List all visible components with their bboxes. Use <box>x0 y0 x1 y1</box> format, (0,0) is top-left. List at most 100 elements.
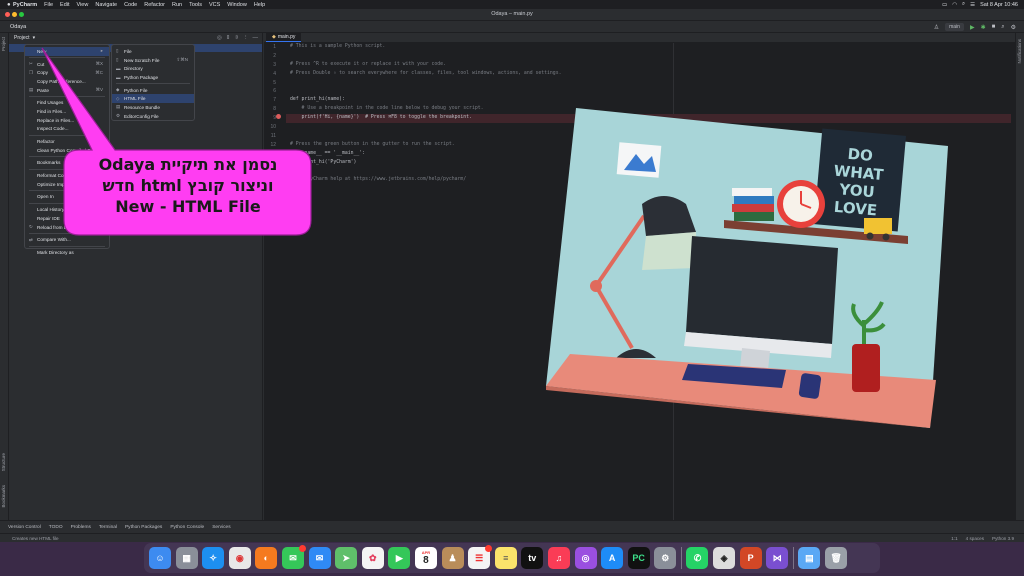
menu-item-inspect-code[interactable]: Inspect Code... <box>25 125 109 134</box>
music-icon[interactable]: ♫ <box>547 547 570 569</box>
launchpad-icon[interactable]: ▦ <box>175 547 198 569</box>
bookmarks-tool-tab[interactable]: Bookmarks <box>1 485 6 508</box>
menu-file[interactable]: File <box>44 2 53 8</box>
menu-item-new[interactable]: New ▸ <box>25 47 109 56</box>
tool-python-console[interactable]: Python Console <box>170 525 204 530</box>
whatsapp-icon[interactable]: ✆ <box>686 547 709 569</box>
submenu-item-python-package[interactable]: ▬ Python Package <box>112 73 194 82</box>
menu-item-copy-path[interactable]: Copy Path/Reference... <box>25 77 109 86</box>
collapse-icon[interactable]: ⇳ <box>234 35 239 41</box>
menu-window[interactable]: Window <box>227 2 247 8</box>
menu-item-find-usages[interactable]: Find Usages <box>25 98 109 107</box>
menu-code[interactable]: Code <box>124 2 137 8</box>
run-configuration-select[interactable]: main <box>945 23 964 31</box>
menu-view[interactable]: View <box>77 2 89 8</box>
code-line[interactable]: def print_hi(name): <box>290 96 1010 105</box>
expand-icon[interactable]: ⇕ <box>226 35 231 41</box>
mail-icon[interactable]: ✉ <box>308 547 331 569</box>
notifications-tool-tab[interactable]: Notifications <box>1017 39 1022 64</box>
breakpoint-icon[interactable] <box>276 114 281 119</box>
breadcrumb[interactable]: Odaya <box>10 24 26 30</box>
tool-todo[interactable]: TODO <box>49 525 63 530</box>
options-icon[interactable]: ⋮ <box>243 35 249 41</box>
menu-help[interactable]: Help <box>254 2 265 8</box>
pycharm-icon[interactable]: PC <box>627 547 650 569</box>
line-number[interactable]: 4 <box>264 70 286 79</box>
submenu-item-html-file[interactable]: ◇ HTML File <box>112 94 194 104</box>
structure-tool-tab[interactable]: Structure <box>1 453 6 471</box>
messages-icon[interactable]: ✉ <box>281 545 306 569</box>
tool-terminal[interactable]: Terminal <box>99 525 117 530</box>
facetime-icon[interactable]: ▶ <box>388 547 411 569</box>
line-number[interactable]: 1 <box>264 43 286 52</box>
project-panel-title[interactable]: Project <box>14 35 30 41</box>
visualstudio-icon[interactable]: ⋈ <box>766 547 789 569</box>
photos-icon[interactable]: ✿ <box>361 547 384 569</box>
wifi-icon[interactable]: ◠ <box>952 2 957 8</box>
code-line[interactable] <box>290 79 1010 88</box>
run-icon[interactable]: ▶ <box>970 24 975 31</box>
contacts-icon[interactable]: ♟ <box>441 547 464 569</box>
menu-item-paste[interactable]: ▤ Paste ⌘V <box>25 86 109 95</box>
stop-icon[interactable]: ■ <box>992 24 996 30</box>
code-line[interactable]: # This is a sample Python script. <box>290 43 1010 52</box>
line-number[interactable]: 12 <box>264 141 286 150</box>
code-line[interactable]: # Press Double ⇧ to search everywhere fo… <box>290 70 1010 79</box>
control-center-icon[interactable]: ☰ <box>970 2 975 8</box>
tool-problems[interactable]: Problems <box>71 525 91 530</box>
menu-edit[interactable]: Edit <box>60 2 69 8</box>
submenu-item-python-file[interactable]: ◆ Python File <box>112 86 194 95</box>
submenu-item-file[interactable]: ▯ File <box>112 47 194 56</box>
menu-item-cut[interactable]: ✂ Cut ⌘X <box>25 60 109 69</box>
line-number-gutter[interactable]: 1 2 3 4 5 6 7 8 9 10 11 12 13 14 15 16 17 18 <box>264 43 286 520</box>
notes-icon[interactable]: ≡ <box>494 547 517 569</box>
indent-setting[interactable]: 4 spaces <box>966 536 984 541</box>
settings-icon[interactable]: ⚙ <box>1011 24 1016 31</box>
tool-python-packages[interactable]: Python Packages <box>125 525 162 530</box>
project-tool-tab[interactable]: Project <box>1 37 6 51</box>
tool-version-control[interactable]: Version Control <box>8 525 41 530</box>
firefox-icon[interactable]: ◐ <box>255 547 278 569</box>
submenu-item-resource-bundle[interactable]: ▤ Resource Bundle <box>112 103 194 112</box>
menu-app-name[interactable]: PyCharm <box>13 2 37 8</box>
debug-icon[interactable]: ✱ <box>981 24 986 31</box>
chevron-down-icon[interactable]: ▾ <box>33 35 36 41</box>
hide-icon[interactable]: — <box>253 35 259 41</box>
tool-services[interactable]: Services <box>212 525 230 530</box>
code-line[interactable] <box>290 87 1010 96</box>
battery-icon[interactable]: ▭ <box>942 2 947 8</box>
line-number[interactable]: 2 <box>264 52 286 61</box>
submenu-item-scratch-file[interactable]: ▯ New Scratch File ⇧⌘N <box>112 56 194 65</box>
calendar-icon[interactable]: APR 8 <box>414 547 437 569</box>
code-line[interactable] <box>290 52 1010 61</box>
menu-item-compare-with[interactable]: ⇄ Compare With... <box>25 235 109 244</box>
trash-icon[interactable]: 🗑 <box>825 547 848 569</box>
submenu-item-directory[interactable]: ▬ Directory <box>112 64 194 73</box>
clock-text[interactable]: Sat 8 Apr 10:46 <box>980 2 1018 8</box>
files-icon[interactable]: ▤ <box>798 547 821 569</box>
menu-item-copy[interactable]: ❐ Copy ⌘C <box>25 68 109 77</box>
submenu-item-editorconfig[interactable]: ⚙ EditorConfig File <box>112 112 194 121</box>
menu-run[interactable]: Run <box>172 2 182 8</box>
line-number[interactable]: 5 <box>264 79 286 88</box>
menu-item-refactor[interactable]: Refactor <box>25 137 109 146</box>
line-number[interactable]: 8 <box>264 105 286 114</box>
line-number[interactable]: 6 <box>264 87 286 96</box>
menu-vcs[interactable]: VCS <box>209 2 220 8</box>
powerpoint-icon[interactable]: P <box>739 547 762 569</box>
menu-refactor[interactable]: Refactor <box>144 2 165 8</box>
unity-icon[interactable]: ◈ <box>713 547 736 569</box>
menu-tools[interactable]: Tools <box>189 2 202 8</box>
chrome-icon[interactable]: ◉ <box>228 547 251 569</box>
line-number[interactable]: 10 <box>264 123 286 132</box>
code-line[interactable]: # Press ^R to execute it or replace it w… <box>290 61 1010 70</box>
line-number[interactable]: 9 <box>264 114 286 123</box>
menu-item-find-in-files[interactable]: Find in Files... <box>25 107 109 116</box>
menu-item-reload-from-disk[interactable]: ↻ Reload from Disk <box>25 223 109 232</box>
caret-position[interactable]: 1:1 <box>951 536 957 541</box>
podcasts-icon[interactable]: ◎ <box>574 547 597 569</box>
locate-icon[interactable]: ◎ <box>217 35 222 41</box>
search-icon[interactable]: ⌕ <box>962 1 965 8</box>
systemsettings-icon[interactable]: ⚙ <box>654 547 677 569</box>
appletv-icon[interactable]: tv <box>521 547 544 569</box>
